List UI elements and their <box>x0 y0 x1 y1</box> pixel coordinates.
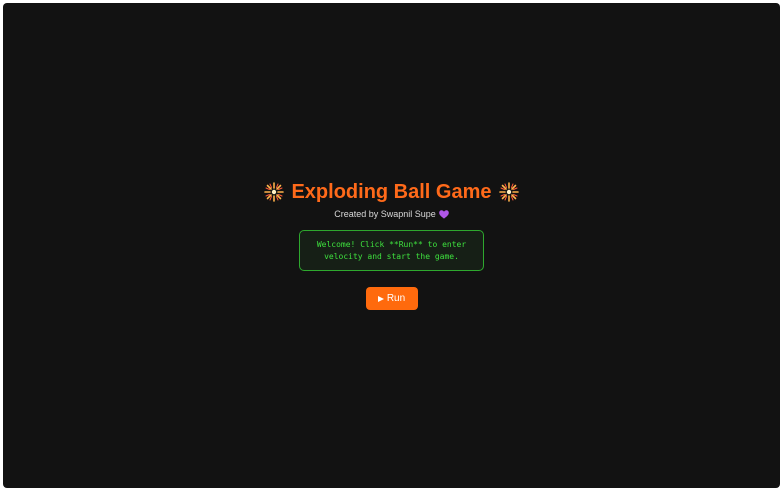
firework-burst-icon <box>264 182 285 202</box>
play-icon <box>377 295 384 302</box>
credits-line: Created by Swapnil Supe <box>334 208 449 220</box>
game-title-text: Exploding Ball Game <box>291 181 492 203</box>
credits-text: Created by Swapnil Supe <box>334 209 436 219</box>
run-button[interactable]: Run <box>365 287 418 310</box>
run-button-label: Run <box>386 293 406 304</box>
game-title: Exploding Ball Game <box>263 179 519 205</box>
game-panel: Exploding Ball Game Created by Swapnil S… <box>3 179 780 310</box>
firework-burst-icon <box>498 182 519 202</box>
status-console: Welcome! Click **Run** to enter velocity… <box>299 230 484 271</box>
game-screen: Exploding Ball Game Created by Swapnil S… <box>3 3 780 488</box>
purple-heart-icon <box>438 209 449 219</box>
